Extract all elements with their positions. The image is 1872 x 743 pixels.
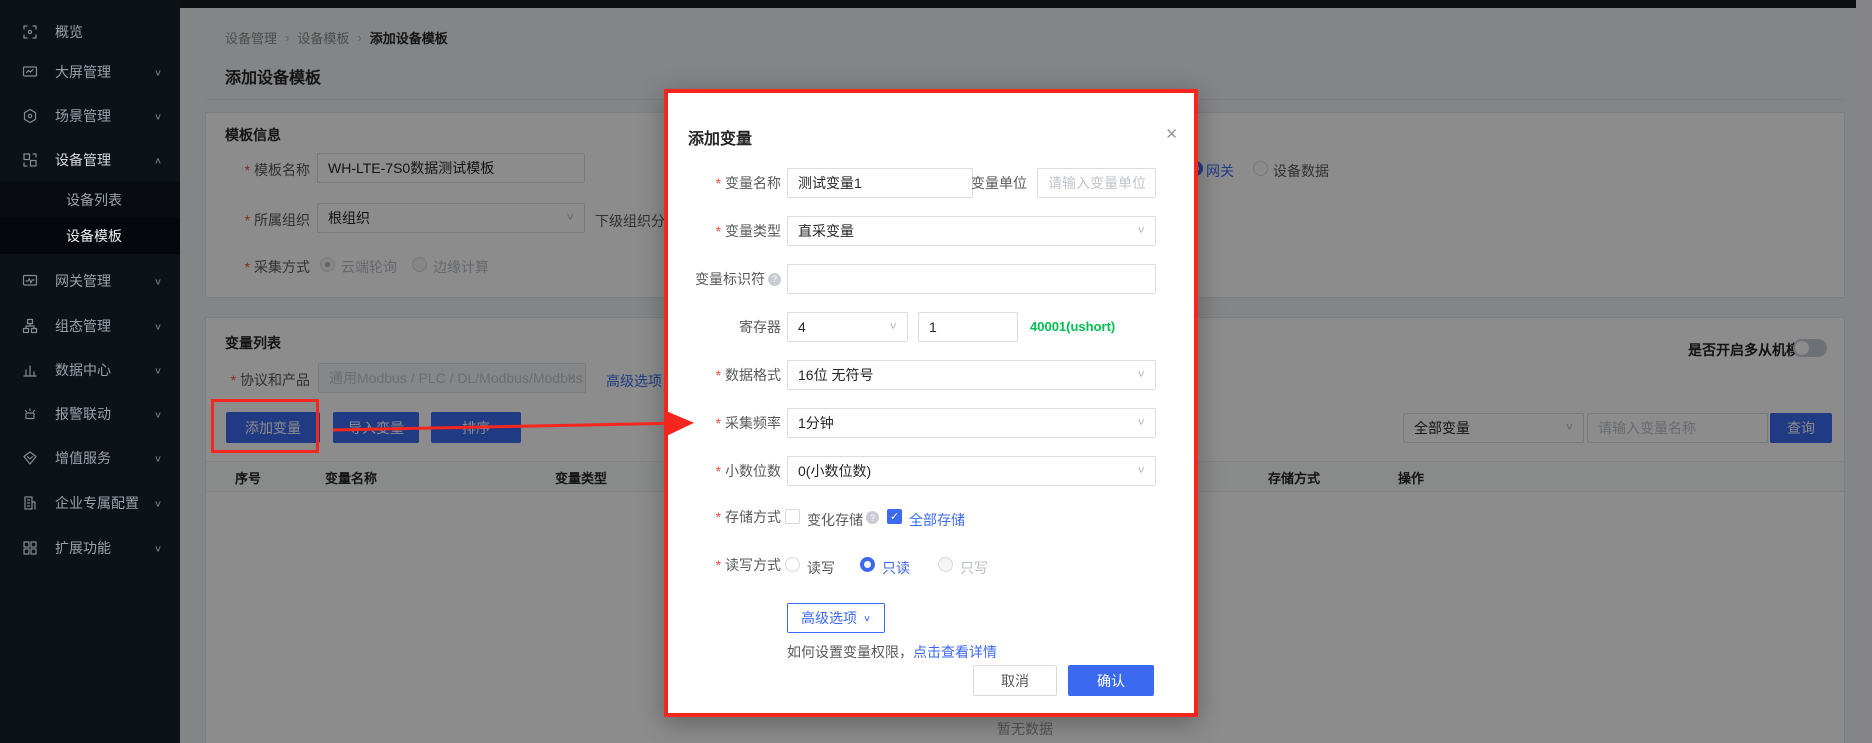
info-icon: ? <box>768 273 781 286</box>
identifier-label: 变量标识符 <box>695 264 765 294</box>
register-label: 寄存器 <box>668 312 781 342</box>
sidebar-item-data-center[interactable]: 数据中心 ∨ <box>0 352 180 388</box>
storage-mode-label: 存储方式 <box>668 505 781 529</box>
gateway-icon <box>22 273 38 289</box>
sidebar-item-device-template[interactable]: 设备模板 <box>0 218 180 254</box>
enterprise-icon <box>22 495 38 511</box>
device-submenu: 设备列表 设备模板 <box>0 182 180 254</box>
rw-readonly-radio[interactable] <box>860 557 875 572</box>
storage-all-checkbox[interactable]: ✓ <box>887 509 902 524</box>
chevron-down-icon: ∨ <box>154 67 162 77</box>
sidebar-item-value-added[interactable]: 增值服务 ∨ <box>0 440 180 476</box>
value-added-icon <box>22 450 38 466</box>
modal-title: 添加变量 <box>688 125 752 149</box>
chevron-up-icon: ∧ <box>154 155 162 165</box>
rw-readwrite-label[interactable]: 读写 <box>807 558 835 578</box>
overview-icon <box>22 24 38 40</box>
storage-change-label[interactable]: 变化存储 <box>807 510 863 530</box>
sidebar-item-scene[interactable]: 场景管理 ∨ <box>0 98 180 134</box>
chevron-down-icon: ∨ <box>154 111 162 121</box>
identifier-label-wrap: 变量标识符 ? <box>668 264 781 294</box>
permission-help: 如何设置变量权限，点击查看详情 <box>787 642 997 662</box>
big-screen-icon <box>22 64 38 80</box>
decimal-places-label: 小数位数 <box>668 456 781 486</box>
sidebar-item-enterprise[interactable]: 企业专属配置 ∨ <box>0 485 180 521</box>
sidebar-item-overview[interactable]: 概览 <box>0 14 180 50</box>
sidebar-item-big-screen[interactable]: 大屏管理 ∨ <box>0 54 180 90</box>
sidebar-item-alarm[interactable]: 报警联动 ∨ <box>0 396 180 432</box>
chevron-down-icon: ∨ <box>1136 416 1146 428</box>
variable-type-select[interactable]: 直采变量 ∨ <box>787 216 1156 246</box>
chevron-down-icon: ∨ <box>154 276 162 286</box>
view-details-link[interactable]: 点击查看详情 <box>913 644 997 660</box>
variable-unit-label: 变量单位 <box>963 168 1027 198</box>
rw-writeonly-label[interactable]: 只写 <box>960 558 988 578</box>
cancel-button[interactable]: 取消 <box>973 665 1057 696</box>
sidebar-item-gateway[interactable]: 网关管理 ∨ <box>0 263 180 299</box>
extension-icon <box>22 540 38 556</box>
rw-readwrite-radio[interactable] <box>785 557 800 572</box>
register-address-input-field[interactable] <box>929 319 1007 335</box>
data-center-icon <box>22 362 38 378</box>
register-address-input[interactable] <box>918 312 1018 342</box>
close-icon[interactable]: ✕ <box>1165 125 1178 143</box>
sidebar: 概览 大屏管理 ∨ 场景管理 ∨ 设备管理 ∧ 设备列表 设备模板 网关 <box>0 0 180 743</box>
chevron-down-icon: ∨ <box>154 453 162 463</box>
register-hint: 40001(ushort) <box>1030 312 1115 342</box>
sidebar-item-device-list[interactable]: 设备列表 <box>0 182 180 218</box>
storage-change-checkbox[interactable] <box>785 509 800 524</box>
register-type-select[interactable]: 4 ∨ <box>787 312 908 342</box>
variable-name-input[interactable] <box>787 168 973 198</box>
sidebar-item-extension[interactable]: 扩展功能 ∨ <box>0 530 180 566</box>
chevron-down-icon: ∨ <box>154 321 162 331</box>
chevron-down-icon: ∨ <box>863 613 871 623</box>
storage-all-label[interactable]: 全部存储 <box>909 510 965 530</box>
chevron-down-icon: ∨ <box>1136 368 1146 380</box>
annotation-box-add-variable <box>211 399 319 453</box>
variable-unit-input[interactable] <box>1037 168 1156 198</box>
collect-frequency-label: 采集频率 <box>668 408 781 438</box>
info-icon: ? <box>866 511 879 524</box>
scada-icon <box>22 318 38 334</box>
rw-mode-label: 读写方式 <box>668 553 781 577</box>
rw-readonly-label[interactable]: 只读 <box>882 558 910 578</box>
scene-icon <box>22 108 38 124</box>
variable-unit-input-field[interactable] <box>1048 175 1145 191</box>
device-icon <box>22 152 38 168</box>
variable-name-input-field[interactable] <box>798 175 962 191</box>
sidebar-item-device[interactable]: 设备管理 ∧ <box>0 142 180 178</box>
variable-name-label: 变量名称 <box>668 168 781 198</box>
modal-advanced-options-button[interactable]: 高级选项 ∨ <box>787 603 885 633</box>
app-root: 概览 大屏管理 ∨ 场景管理 ∨ 设备管理 ∧ 设备列表 设备模板 网关 <box>0 0 1872 743</box>
add-variable-modal: 添加变量 ✕ 变量名称 变量单位 变量类型 直采变量 ∨ 变量标识符 ? <box>664 89 1198 717</box>
data-format-select[interactable]: 16位 无符号 ∨ <box>787 360 1156 390</box>
collect-frequency-select[interactable]: 1分钟 ∨ <box>787 408 1156 438</box>
chevron-down-icon: ∨ <box>154 409 162 419</box>
chevron-down-icon: ∨ <box>1136 224 1146 236</box>
chevron-down-icon: ∨ <box>888 320 898 332</box>
data-format-label: 数据格式 <box>668 360 781 390</box>
identifier-input-field[interactable] <box>798 271 1145 287</box>
chevron-down-icon: ∨ <box>154 543 162 553</box>
chevron-down-icon: ∨ <box>154 498 162 508</box>
confirm-button[interactable]: 确认 <box>1068 665 1154 696</box>
sidebar-item-scada[interactable]: 组态管理 ∨ <box>0 308 180 344</box>
decimal-places-select[interactable]: 0(小数位数) ∨ <box>787 456 1156 486</box>
check-icon: ✓ <box>890 510 899 523</box>
chevron-down-icon: ∨ <box>154 365 162 375</box>
identifier-input[interactable] <box>787 264 1156 294</box>
alarm-icon <box>22 406 38 422</box>
rw-writeonly-radio[interactable] <box>938 557 953 572</box>
variable-type-label: 变量类型 <box>668 216 781 246</box>
chevron-down-icon: ∨ <box>1136 464 1146 476</box>
